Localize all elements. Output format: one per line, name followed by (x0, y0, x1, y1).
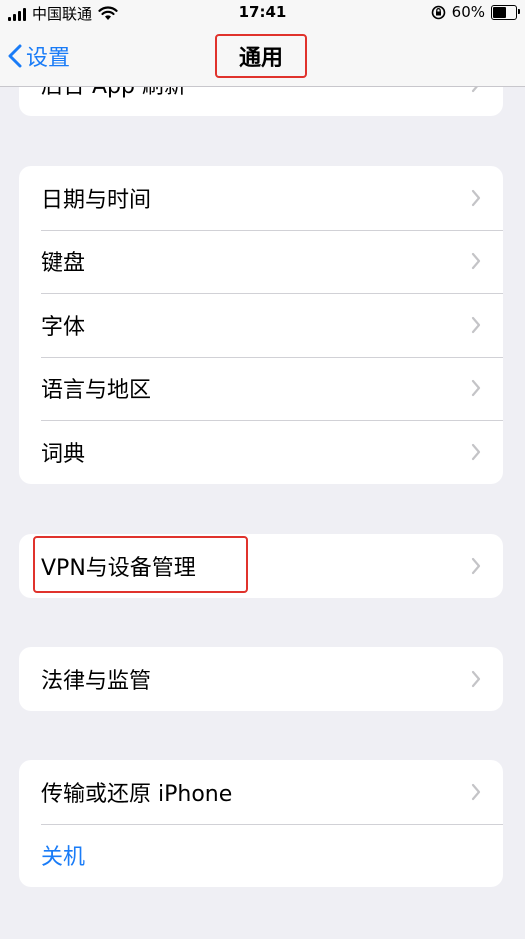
settings-group-reset: 传输或还原 iPhone 关机 (19, 760, 503, 887)
chevron-right-icon (471, 253, 481, 270)
row-label: 语言与地区 (41, 378, 152, 404)
battery-icon (491, 4, 520, 20)
chevron-right-icon (471, 189, 481, 206)
chevron-right-icon (471, 557, 481, 574)
chevron-left-icon (8, 44, 22, 68)
shut-down-button[interactable]: 关机 (19, 823, 503, 888)
chevron-right-icon (471, 316, 481, 333)
back-label: 设置 (26, 46, 71, 71)
row-keyboard[interactable]: 键盘 (19, 229, 503, 294)
chevron-right-icon (471, 443, 481, 460)
status-right: 60% (431, 3, 520, 21)
row-language-region[interactable]: 语言与地区 (19, 356, 503, 421)
row-label: 法律与监管 (41, 668, 152, 694)
settings-group-locale: 日期与时间 键盘 字体 语言与地区 词典 (19, 166, 503, 484)
row-label: 键盘 (41, 251, 86, 277)
chevron-right-icon (471, 670, 481, 687)
chevron-right-icon (471, 380, 481, 397)
row-legal-regulatory[interactable]: 法律与监管 (19, 647, 503, 711)
row-date-time[interactable]: 日期与时间 (19, 166, 503, 230)
chevron-right-icon (471, 783, 481, 800)
navigation-bar: 设置 通用 (0, 28, 525, 87)
row-dictionary[interactable]: 词典 (19, 420, 503, 484)
vpn-highlight-box (33, 536, 248, 593)
orientation-lock-icon (431, 5, 445, 19)
row-label: 字体 (41, 314, 86, 340)
status-bar: 中国联通 17:41 60% (0, 0, 525, 28)
row-fonts[interactable]: 字体 (19, 293, 503, 357)
back-button[interactable]: 设置 (8, 40, 70, 72)
row-label: 关机 (41, 845, 86, 871)
battery-level (493, 6, 507, 18)
row-transfer-reset-iphone[interactable]: 传输或还原 iPhone (19, 760, 503, 824)
battery-percent: 60% (451, 3, 485, 21)
settings-group-legal: 法律与监管 (19, 647, 503, 711)
page-title: 通用 (215, 34, 307, 78)
row-label: 日期与时间 (41, 187, 152, 213)
row-label: 词典 (41, 441, 86, 467)
row-label: 传输或还原 iPhone (41, 781, 233, 807)
